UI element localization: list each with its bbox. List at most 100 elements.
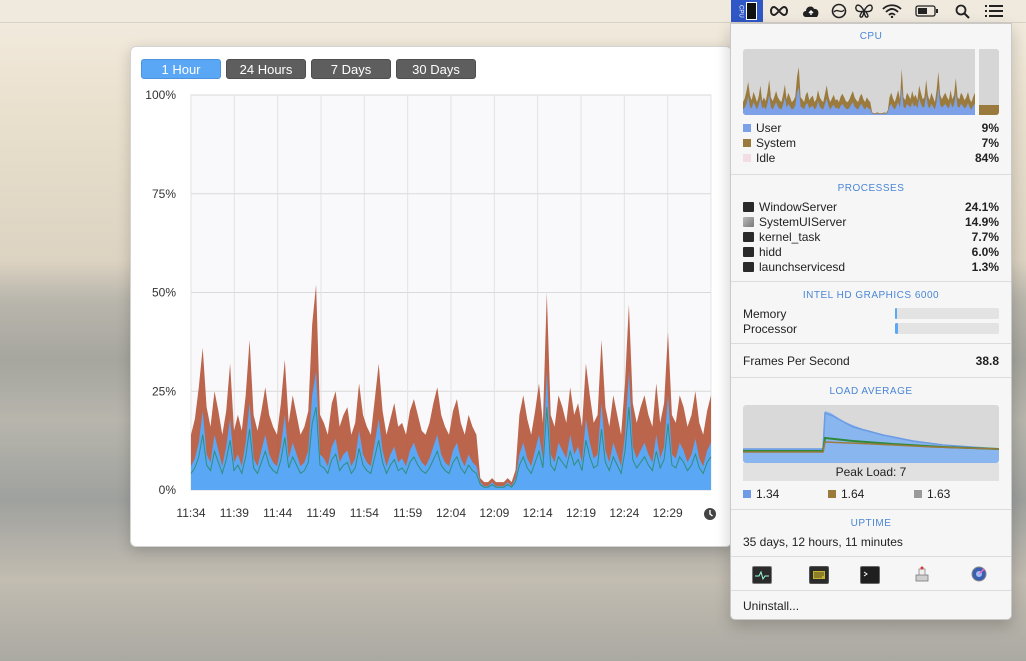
cpu-user-label: User	[756, 120, 782, 135]
x-tick-label: 12:24	[609, 506, 639, 520]
load-swatch-3	[914, 489, 922, 498]
menu-list-icon[interactable]	[983, 0, 1005, 22]
load-graph	[743, 411, 999, 463]
cpu-section-title: CPU	[859, 31, 883, 42]
uninstall-button[interactable]: Uninstall...	[743, 599, 799, 613]
user-swatch	[743, 123, 751, 132]
divider	[731, 509, 1011, 510]
processes-section-title: PROCESSES	[837, 183, 905, 194]
gpu-memory-fill	[895, 308, 897, 319]
y-tick-label: 75%	[152, 187, 176, 201]
system-info-icon[interactable]	[913, 566, 931, 582]
terminal-icon	[743, 261, 754, 272]
mini-current-bar	[979, 105, 999, 115]
y-tick-label: 100%	[145, 88, 176, 102]
load-3-value: 1.63	[927, 486, 951, 501]
app-icon	[743, 216, 754, 227]
process-name: WindowServer	[759, 199, 838, 214]
process-name: hidd	[759, 244, 782, 259]
process-row[interactable]: WindowServer 24.1%	[743, 199, 999, 214]
load-value-1: 1.34	[743, 486, 829, 501]
x-tick-label: 12:29	[653, 506, 683, 520]
system-swatch	[743, 138, 751, 147]
gpu-processor-label: Processor	[743, 321, 798, 336]
terminal-icon[interactable]	[860, 566, 880, 584]
load-1-value: 1.34	[756, 486, 780, 501]
x-tick-label: 12:19	[566, 506, 596, 520]
fps-label: Frames Per Second	[743, 353, 850, 368]
terminal-icon	[743, 231, 754, 242]
gpu-processor-bar	[895, 323, 999, 334]
cpu-row-user: User 9%	[743, 120, 999, 135]
clock-icon[interactable]	[703, 507, 717, 521]
cpu-meter-label: CPU	[737, 4, 744, 18]
divider	[731, 281, 1011, 282]
cloud-upload-icon[interactable]	[800, 0, 822, 22]
process-name: kernel_task	[759, 229, 821, 244]
divider	[731, 174, 1011, 175]
terminal-icon	[743, 246, 754, 257]
cpu-user-value: 9%	[981, 120, 999, 135]
wifi-icon[interactable]	[881, 0, 903, 22]
x-tick-label: 11:54	[350, 506, 379, 520]
infinity-icon[interactable]	[767, 0, 791, 22]
fps-row: Frames Per Second 38.8	[743, 353, 999, 368]
x-tick-label: 11:59	[393, 506, 422, 520]
x-tick-label: 12:09	[479, 506, 509, 520]
y-tick-label: 0%	[159, 483, 177, 497]
cpu-idle-value: 84%	[974, 150, 999, 165]
uptime-row: 35 days, 12 hours, 11 minutes	[743, 534, 999, 549]
search-icon[interactable]	[952, 0, 972, 22]
x-tick-label: 11:49	[306, 506, 335, 520]
y-tick-label: 50%	[152, 286, 176, 300]
stats-panel: CPU User 9% System 7% Idle 84% PROCESSES…	[730, 23, 1012, 620]
load-swatch-1	[743, 489, 751, 498]
gpu-memory-label: Memory	[743, 306, 787, 321]
divider	[731, 590, 1011, 591]
fps-value: 38.8	[975, 353, 999, 368]
butterfly-icon[interactable]	[853, 0, 875, 22]
divider	[731, 377, 1011, 378]
gpu-memory-bar	[895, 308, 999, 319]
gpu-processor-row: Processor	[743, 321, 883, 336]
terminal-icon	[743, 201, 754, 212]
process-row[interactable]: SystemUIServer 14.9%	[743, 214, 999, 229]
console-icon[interactable]	[809, 566, 829, 584]
cpu-meter-icon[interactable]: CPU	[731, 0, 763, 22]
process-value: 7.7%	[971, 229, 999, 244]
divider	[731, 556, 1011, 557]
cpu-idle-label: Idle	[756, 150, 776, 165]
divider	[731, 343, 1011, 344]
mini-chart-separator	[975, 49, 979, 115]
cpu-history-chart: 100% 75% 50% 25% 0% 11:34 11:39 11:44 11:49 11:54…	[145, 88, 712, 520]
process-row[interactable]: kernel_task 7.7%	[743, 229, 999, 244]
process-value: 14.9%	[964, 214, 999, 229]
gpu-section-title: INTEL HD GRAPHICS 6000	[802, 290, 940, 301]
uptime-value: 35 days, 12 hours, 11 minutes	[743, 534, 903, 549]
load-mini-chart	[743, 405, 999, 463]
process-row[interactable]: launchservicesd 1.3%	[743, 259, 999, 274]
x-tick-label: 12:04	[436, 506, 466, 520]
load-2-value: 1.64	[841, 486, 865, 501]
menu-bar: CPU	[0, 0, 1026, 23]
process-value: 24.1%	[964, 199, 999, 214]
x-tick-label: 11:34	[176, 506, 205, 520]
peak-load-label: Peak Load: 7	[743, 463, 999, 481]
sync-icon[interactable]	[829, 0, 849, 22]
load-value-3: 1.63	[914, 486, 1000, 501]
cpu-system-value: 7%	[981, 135, 999, 150]
x-tick-label: 11:44	[263, 506, 292, 520]
battery-icon[interactable]	[914, 0, 940, 22]
cpu-history-window: 1 Hour 24 Hours 7 Days 30 Days 100% 75% 50…	[130, 46, 732, 547]
process-row[interactable]: hidd 6.0%	[743, 244, 999, 259]
gpu-memory-row: Memory	[743, 306, 883, 321]
uptime-section-title: UPTIME	[850, 518, 892, 529]
disk-utility-icon[interactable]	[970, 566, 988, 582]
process-value: 6.0%	[971, 244, 999, 259]
load-section-title: LOAD AVERAGE	[829, 386, 913, 397]
cpu-row-idle: Idle 84%	[743, 150, 999, 165]
y-tick-label: 25%	[152, 384, 176, 398]
process-value: 1.3%	[971, 259, 999, 274]
activity-monitor-icon[interactable]	[752, 566, 772, 584]
load-swatch-2	[828, 489, 836, 498]
